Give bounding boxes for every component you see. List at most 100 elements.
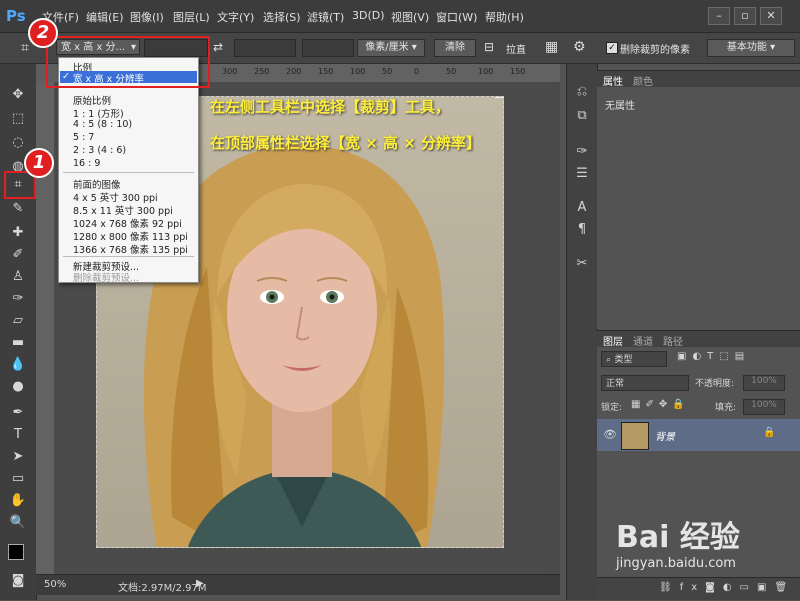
unit-select[interactable]: 像素/厘米 ▾ xyxy=(357,39,425,57)
dropdown-item[interactable]: 1280 x 800 像素 113 ppi xyxy=(73,229,188,243)
dropdown-item[interactable]: 1366 x 768 像素 135 ppi xyxy=(73,242,188,256)
ruler-tick: 100 xyxy=(350,67,366,76)
clear-button[interactable]: 清除 xyxy=(434,39,476,57)
quick-mask-icon[interactable]: ◙ xyxy=(8,572,28,590)
move-tool-icon[interactable]: ✥ xyxy=(8,86,28,104)
blend-mode-select[interactable]: 正常 xyxy=(601,375,689,391)
layer-row-background[interactable]: 👁 背景 🔒 xyxy=(597,419,800,451)
layer-footer-icons[interactable]: ⛓fx◙◐▭▣🗑 xyxy=(659,582,795,593)
menu-help[interactable]: 帮助(H) xyxy=(485,9,524,25)
tab-paths[interactable]: 路径 xyxy=(663,333,683,348)
menu-filter[interactable]: 滤镜(T) xyxy=(307,9,344,25)
menu-image[interactable]: 图像(I) xyxy=(130,9,164,25)
dropdown-item[interactable]: 原始比例 xyxy=(73,93,111,107)
delete-pixels-checkbox[interactable]: ✓ xyxy=(606,42,618,54)
lock-label: 锁定: xyxy=(601,403,623,413)
dropdown-item[interactable]: 4 x 5 英寸 300 ppi xyxy=(73,190,158,204)
type-tool-icon[interactable]: T xyxy=(8,426,28,444)
menu-layer[interactable]: 图层(L) xyxy=(173,9,210,25)
marquee-tool-icon[interactable]: ⬚ xyxy=(8,110,28,128)
resolution-input[interactable] xyxy=(302,39,354,57)
lock-icons[interactable]: ▦✐✥🔒 xyxy=(631,399,690,410)
gradient-tool-icon[interactable]: ▬ xyxy=(8,334,28,352)
pen-tool-icon[interactable]: ✒ xyxy=(8,404,28,422)
straighten-label[interactable]: 拉直 xyxy=(506,41,526,56)
dropdown-item-delete-preset: 删除裁剪预设... xyxy=(73,273,140,284)
dodge-tool-icon[interactable]: ● xyxy=(8,378,28,396)
status-arrow-icon[interactable]: ▶ xyxy=(196,578,204,589)
swap-icon[interactable]: ⇄ xyxy=(213,40,223,54)
actions-icon[interactable]: ⧉ xyxy=(574,108,590,124)
zoom-level[interactable]: 50% xyxy=(44,579,66,590)
instruction-line-2: 在顶部属性栏选择【宽 × 高 × 分辨率】 xyxy=(210,134,482,152)
paragraph-icon[interactable]: ¶ xyxy=(574,222,590,238)
maximize-icon[interactable]: ▫ xyxy=(734,7,756,25)
gear-icon[interactable]: ⚙ xyxy=(573,39,586,55)
menu-edit[interactable]: 编辑(E) xyxy=(86,9,124,25)
status-bar: 50% 文档:2.97M/2.97M ▶ xyxy=(36,574,560,595)
search-icon: ⌕ xyxy=(606,355,612,365)
foreground-color-swatch[interactable] xyxy=(8,544,24,560)
dropdown-item[interactable]: 1 : 1 (方形) xyxy=(73,106,124,120)
eyedropper-tool-icon[interactable]: ✎ xyxy=(8,200,28,218)
tab-layers[interactable]: 图层 xyxy=(603,333,623,348)
tab-channels[interactable]: 通道 xyxy=(633,333,653,348)
eye-icon[interactable]: 👁 xyxy=(603,428,617,441)
panel-icon-strip: ⎌ ⧉ ✑ ☰ A ¶ ✂ xyxy=(566,64,598,600)
hand-tool-icon[interactable]: ✋ xyxy=(8,492,28,510)
adjust-icon[interactable]: ☰ xyxy=(574,166,590,182)
dropdown-item[interactable]: 16 : 9 xyxy=(73,158,100,169)
shape-tool-icon[interactable]: ▭ xyxy=(8,470,28,488)
layer-kind-select[interactable]: ⌕ 类型 xyxy=(601,351,667,367)
layer-name[interactable]: 背景 xyxy=(655,428,675,443)
ruler-tick: 300 xyxy=(222,67,238,76)
ruler-tick: 150 xyxy=(318,67,334,76)
blur-tool-icon[interactable]: 💧 xyxy=(8,356,28,374)
lasso-tool-icon[interactable]: ◌ xyxy=(8,134,28,152)
brush-preset-icon[interactable]: ✑ xyxy=(574,144,590,160)
ruler-tick: 100 xyxy=(478,67,494,76)
brush-tool-icon[interactable]: ✐ xyxy=(8,246,28,264)
close-icon[interactable]: ✕ xyxy=(760,7,782,25)
menu-window[interactable]: 窗口(W) xyxy=(436,9,477,25)
zoom-tool-icon[interactable]: 🔍 xyxy=(8,514,28,532)
lock-icon: 🔒 xyxy=(763,427,776,438)
dropdown-item[interactable]: 5 : 7 xyxy=(73,132,94,143)
tab-color[interactable]: 颜色 xyxy=(633,73,653,88)
minimize-icon[interactable]: – xyxy=(708,7,730,25)
dropdown-item[interactable]: 前面的图像 xyxy=(73,177,121,191)
tool-preset-icon[interactable]: ✂ xyxy=(574,256,590,272)
dropdown-item[interactable]: 8.5 x 11 英寸 300 ppi xyxy=(73,203,173,217)
menu-3d[interactable]: 3D(D) xyxy=(352,9,385,22)
height-input[interactable] xyxy=(234,39,296,57)
ruler-tick: 50 xyxy=(446,67,457,76)
document-size-info[interactable]: 文档:2.97M/2.97M xyxy=(118,579,207,594)
opacity-input[interactable]: 100% xyxy=(743,375,785,391)
history-brush-tool-icon[interactable]: ✑ xyxy=(8,290,28,308)
menu-bar: Ps 文件(F) 编辑(E) 图像(I) 图层(L) 文字(Y) 选择(S) 滤… xyxy=(0,0,800,33)
path-select-tool-icon[interactable]: ➤ xyxy=(8,448,28,466)
layers-tabbar xyxy=(597,331,800,347)
menu-view[interactable]: 视图(V) xyxy=(391,9,429,25)
history-icon[interactable]: ⎌ xyxy=(574,84,590,100)
character-icon[interactable]: A xyxy=(574,200,590,216)
healing-tool-icon[interactable]: ✚ xyxy=(8,224,28,242)
step-badge-2: 2 xyxy=(28,18,58,48)
eraser-tool-icon[interactable]: ▱ xyxy=(8,312,28,330)
vertical-scrollbar[interactable] xyxy=(546,82,560,574)
tab-properties[interactable]: 属性 xyxy=(603,73,623,88)
stamp-tool-icon[interactable]: ♙ xyxy=(8,268,28,286)
workspace-select[interactable]: 基本功能 ▾ xyxy=(707,39,795,57)
straighten-icon[interactable]: ⊟ xyxy=(484,40,494,54)
dropdown-item[interactable]: 1024 x 768 像素 92 ppi xyxy=(73,216,182,230)
dropdown-item[interactable]: 4 : 5 (8 : 10) xyxy=(73,119,132,130)
instruction-line-1: 在左侧工具栏中选择【裁剪】工具， xyxy=(210,98,451,116)
menu-select[interactable]: 选择(S) xyxy=(263,9,301,25)
dropdown-item[interactable]: 2 : 3 (4 : 6) xyxy=(73,145,126,156)
fill-input[interactable]: 100% xyxy=(743,399,785,415)
menu-type[interactable]: 文字(Y) xyxy=(217,9,254,25)
layer-thumbnail xyxy=(621,422,649,450)
layer-filter-icons[interactable]: ▣◐T⬚▤ xyxy=(677,351,750,362)
ruler-tick: 150 xyxy=(510,67,526,76)
grid-overlay-icon[interactable]: ▦ xyxy=(545,39,558,55)
